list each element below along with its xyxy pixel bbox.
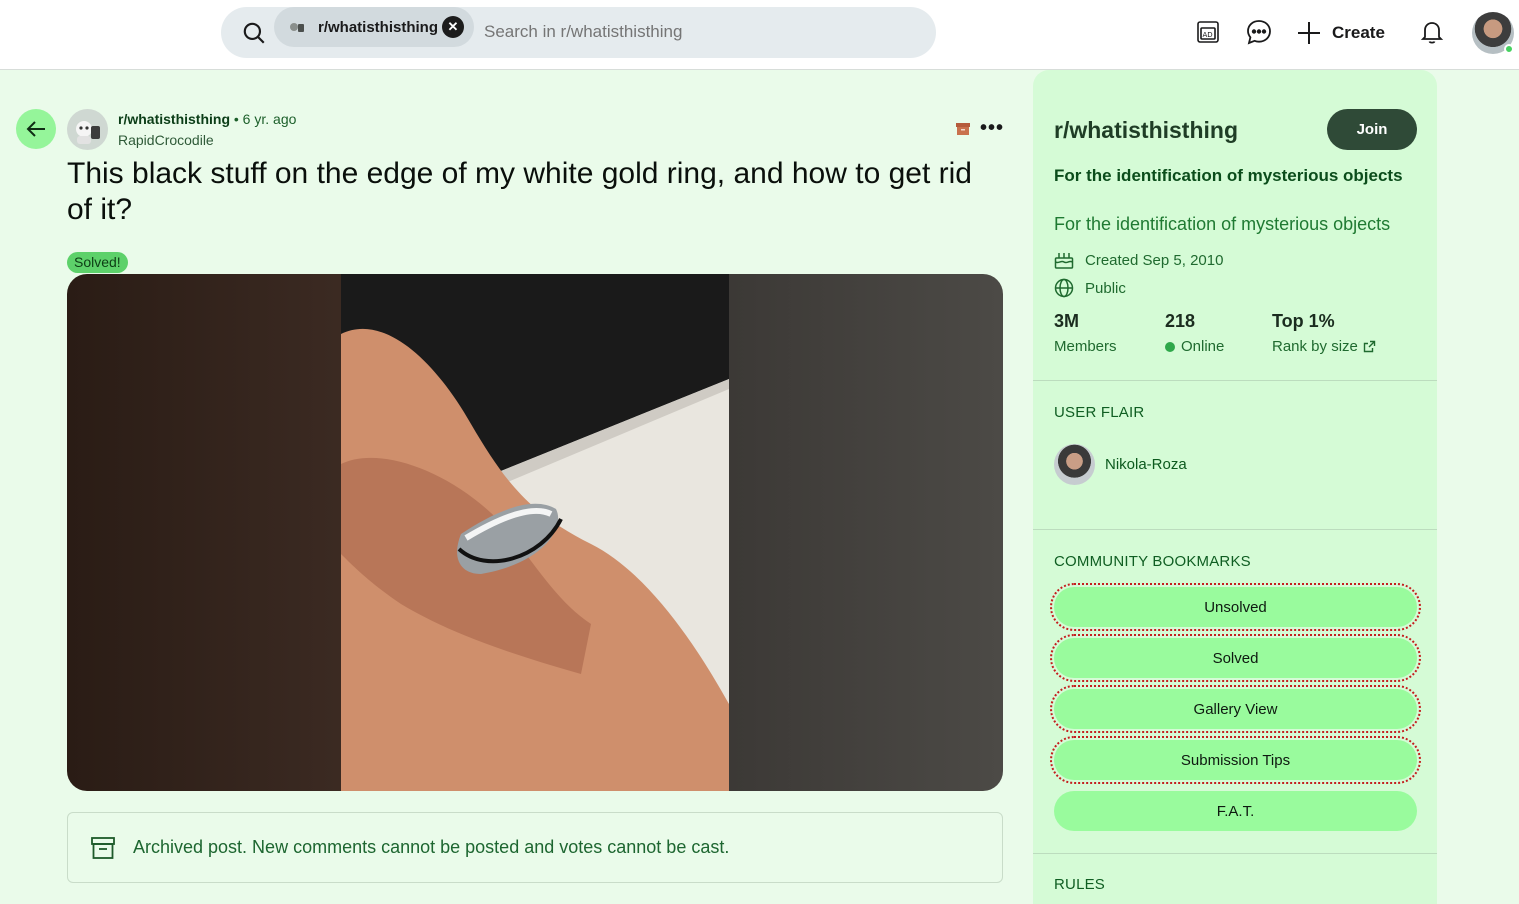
visibility-label: Public	[1085, 279, 1126, 297]
community-heading: For the identification of mysterious obj…	[1054, 166, 1403, 185]
subreddit-avatar[interactable]	[67, 109, 108, 150]
members-count: 3M	[1054, 311, 1080, 331]
author-link[interactable]: RapidCrocodile	[118, 132, 214, 148]
online-stat: 218 Online	[1165, 311, 1224, 355]
online-label: Online	[1181, 338, 1225, 355]
post-flair[interactable]: Solved!	[67, 252, 128, 273]
bookmark-fat-button[interactable]: F.A.T.	[1054, 791, 1417, 831]
online-label-row: Online	[1165, 338, 1224, 355]
user-avatar[interactable]	[1472, 12, 1514, 54]
members-label: Members	[1054, 338, 1117, 355]
bookmarks-heading: COMMUNITY BOOKMARKS	[1054, 553, 1251, 570]
post-meta: r/whatisthisthing • 6 yr. ago	[118, 111, 296, 127]
arrow-left-icon	[26, 121, 45, 137]
search-input[interactable]	[484, 22, 904, 42]
subreddit-link[interactable]: r/whatisthisthing	[118, 111, 230, 127]
created-date: Created Sep 5, 2010	[1085, 251, 1224, 269]
archive-icon	[956, 123, 970, 135]
community-title: r/whatisthisthing	[1054, 117, 1238, 143]
rules-heading: RULES	[1054, 876, 1106, 893]
cake-icon	[1054, 253, 1074, 269]
archived-notice-text: Archived post. New comments cannot be po…	[133, 837, 730, 857]
create-label: Create	[1332, 23, 1385, 42]
archive-box-icon	[91, 836, 115, 859]
svg-text:AD: AD	[1203, 31, 1213, 39]
archived-notice: Archived post. New comments cannot be po…	[67, 812, 1003, 883]
user-flair-heading: USER FLAIR	[1054, 404, 1145, 421]
bookmark-unsolved-button[interactable]: Unsolved	[1050, 583, 1421, 631]
bookmark-submission-tips-button[interactable]: Submission Tips	[1050, 736, 1421, 784]
chat-icon[interactable]	[1245, 18, 1273, 46]
search-chip-label: r/whatisthisthing	[318, 18, 438, 36]
community-description: For the identification of mysterious obj…	[1054, 214, 1391, 234]
join-button[interactable]: Join	[1327, 109, 1417, 150]
subreddit-mascot-icon	[76, 121, 100, 144]
rank-stat: Top 1% Rank by size	[1272, 311, 1376, 355]
rank-value: Top 1%	[1272, 311, 1335, 331]
user-flair[interactable]: Nikola-Roza	[1054, 444, 1187, 485]
divider	[1033, 529, 1437, 530]
ad-icon[interactable]: AD	[1194, 18, 1222, 46]
members-stat: 3M Members	[1054, 311, 1117, 355]
globe-icon	[1054, 278, 1074, 298]
post-title: This black stuff on the edge of my white…	[67, 157, 972, 226]
flair-username: Nikola-Roza	[1105, 456, 1187, 473]
online-dot-icon	[1165, 341, 1175, 352]
ring-photo	[341, 274, 729, 791]
online-status-dot	[1504, 44, 1514, 54]
rank-link[interactable]: Rank by size	[1272, 338, 1376, 355]
flair-avatar	[1054, 444, 1095, 485]
bookmark-solved-button[interactable]: Solved	[1050, 634, 1421, 682]
bell-icon[interactable]	[1418, 18, 1446, 46]
subreddit-icon	[290, 23, 304, 32]
divider	[1033, 853, 1437, 854]
visibility-row: Public	[1054, 277, 1126, 299]
rank-label: Rank by size	[1272, 338, 1358, 355]
plus-icon	[1298, 22, 1320, 44]
search-icon	[243, 22, 265, 44]
community-sidebar: r/whatisthisthing Join For the identific…	[1033, 70, 1437, 904]
more-options-icon[interactable]: •••	[980, 118, 1004, 142]
post-age: • 6 yr. ago	[233, 111, 297, 127]
bookmark-gallery-view-button[interactable]: Gallery View	[1050, 685, 1421, 733]
post-image[interactable]	[67, 274, 1003, 791]
create-button[interactable]: Create	[1296, 14, 1385, 52]
subreddit-search-chip[interactable]: r/whatisthisthing ✕	[274, 7, 474, 47]
external-link-icon	[1363, 340, 1376, 353]
created-row: Created Sep 5, 2010	[1054, 249, 1223, 271]
online-count: 218	[1165, 311, 1196, 331]
top-navigation-bar: r/whatisthisthing ✕ AD Create	[0, 0, 1519, 70]
clear-chip-icon[interactable]: ✕	[442, 16, 464, 38]
divider	[1033, 380, 1437, 381]
back-button[interactable]	[16, 109, 56, 149]
